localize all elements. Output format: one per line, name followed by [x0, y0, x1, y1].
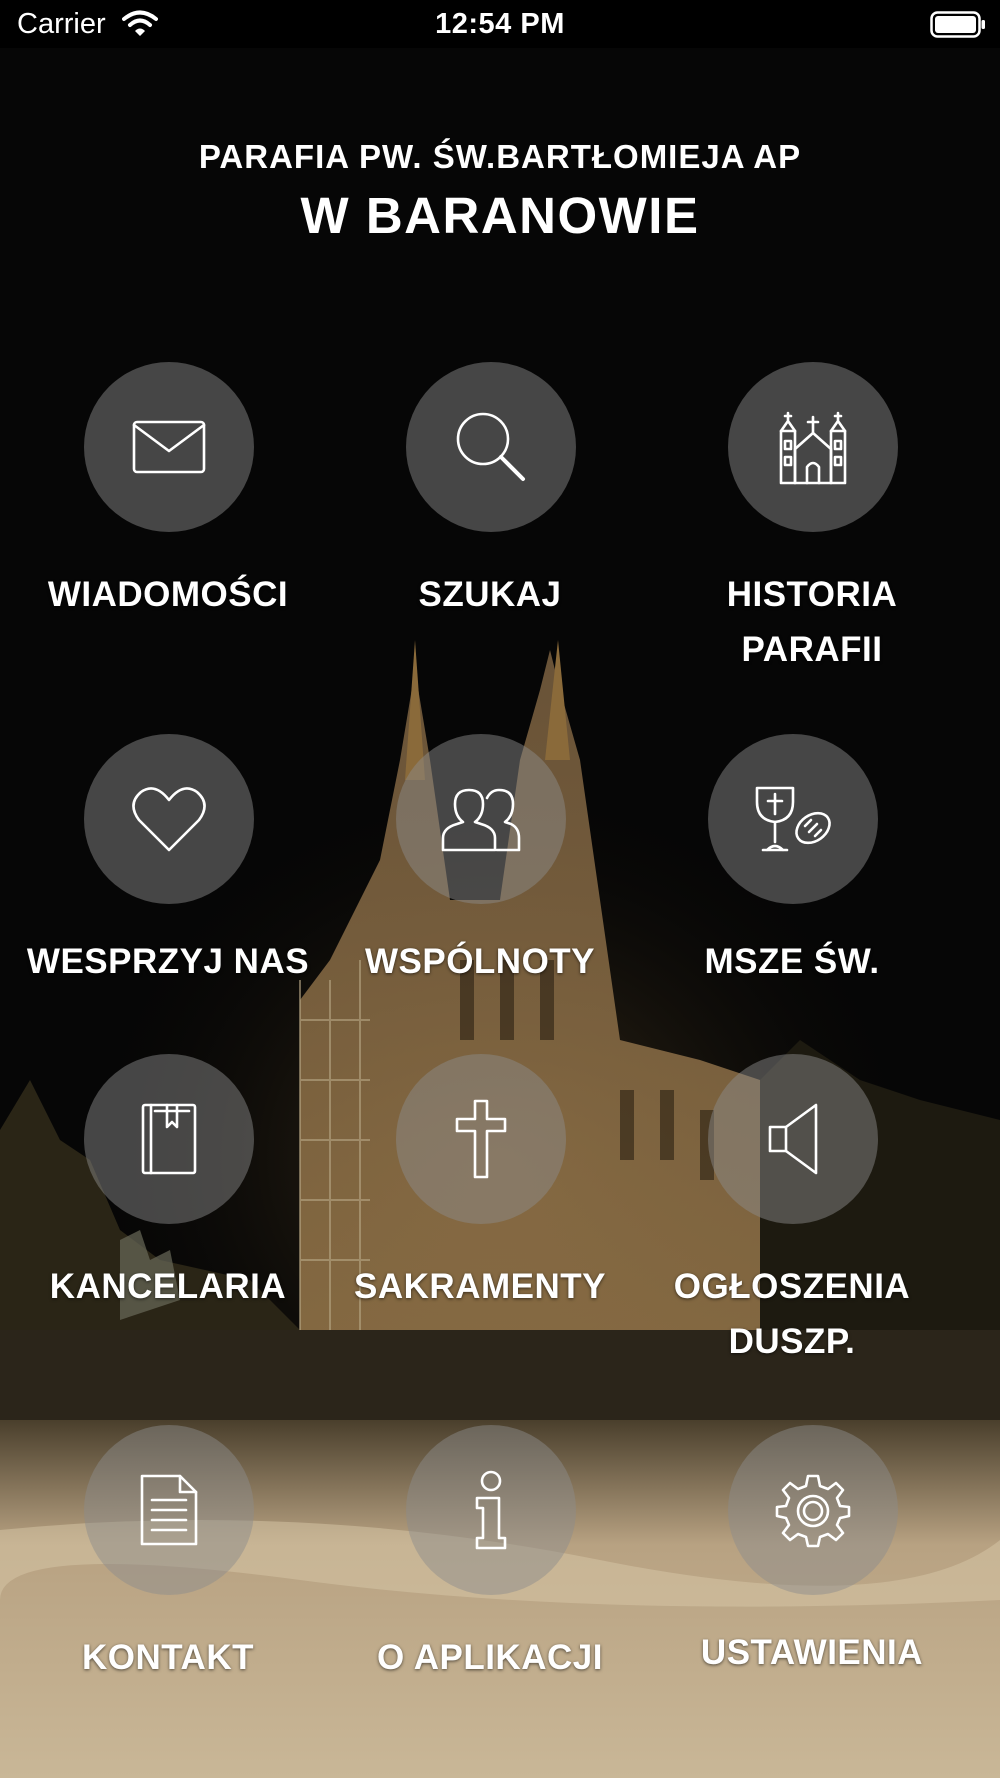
menu-label: WESPRZYJ NAS	[26, 942, 310, 981]
book-icon	[84, 1054, 254, 1224]
parish-header: PARAFIA PW. ŚW.BARTŁOMIEJA AP W BARANOWI…	[0, 138, 1000, 245]
menu-label: O APLIKACJI	[377, 1638, 603, 1677]
cross-icon	[396, 1054, 566, 1224]
menu-label: SAKRAMENTY	[354, 1267, 606, 1306]
church-icon	[728, 362, 898, 532]
envelope-icon	[84, 362, 254, 532]
menu-label: USTAWIENIA	[700, 1633, 924, 1672]
menu-label: KANCELARIA	[49, 1267, 287, 1306]
parish-title-line1: PARAFIA PW. ŚW.BARTŁOMIEJA AP	[198, 138, 802, 175]
speaker-icon	[708, 1054, 878, 1224]
menu-label: OGŁOSZENIA DUSZP.	[673, 1267, 911, 1361]
menu-label: KONTAKT	[82, 1638, 254, 1677]
menu-label: HISTORIA PARAFII	[726, 575, 898, 669]
parish-title-line2: W BARANOWIE	[300, 187, 700, 244]
status-bar: Carrier 12:54 PM	[0, 0, 1000, 48]
battery-icon	[930, 11, 986, 44]
document-icon	[84, 1425, 254, 1595]
info-icon	[406, 1425, 576, 1595]
heart-icon	[84, 734, 254, 904]
chalice-bread-icon	[708, 734, 878, 904]
menu-label: MSZE ŚW.	[704, 942, 880, 981]
status-time: 12:54 PM	[435, 8, 565, 40]
menu-label: WIADOMOŚCI	[47, 575, 289, 614]
menu-label: WSPÓLNOTY	[364, 942, 596, 981]
people-icon	[396, 734, 566, 904]
gear-icon	[728, 1425, 898, 1595]
menu-label: SZUKAJ	[418, 575, 562, 614]
search-icon	[406, 362, 576, 532]
